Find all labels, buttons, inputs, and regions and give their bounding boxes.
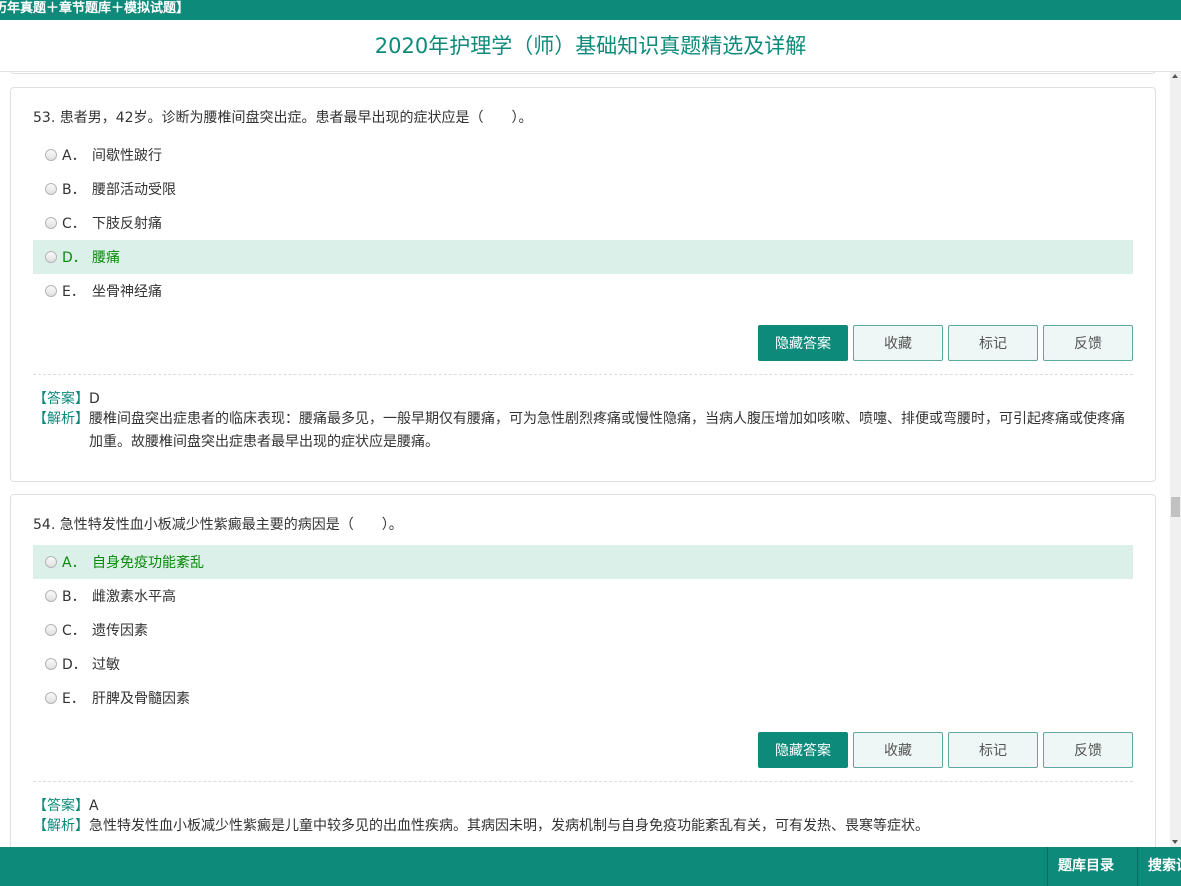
- previous-question-card-edge: [10, 72, 1156, 74]
- feedback-button[interactable]: 反馈: [1043, 325, 1133, 361]
- question-stem: 54. 急性特发性血小板减少性紫癜最主要的病因是（ ）。: [33, 517, 403, 533]
- scrollbar-thumb[interactable]: [1171, 497, 1180, 517]
- option-text: 自身免疫功能紊乱: [92, 555, 204, 571]
- scroll-up-arrow-icon[interactable]: [1172, 74, 1178, 78]
- option-letter: D．: [62, 657, 87, 673]
- option-list: A． 间歇性跛行 B． 腰部活动受限 C． 下肢反射痛 D． 腰痛 E． 坐骨神经痛: [33, 138, 1133, 308]
- question-actions: 隐藏答案 收藏 标记 反馈: [758, 325, 1133, 361]
- option-text: 坐骨神经痛: [92, 284, 162, 300]
- radio-button[interactable]: [45, 692, 57, 704]
- option-text: 下肢反射痛: [92, 216, 162, 232]
- question-card-53: 53. 患者男，42岁。诊断为腰椎间盘突出症。患者最早出现的症状应是（ ）。 A…: [10, 87, 1156, 482]
- analysis-label: 【解析】: [33, 411, 89, 427]
- analysis-text: 急性特发性血小板减少性紫癜是儿童中较多见的出血性疾病。其病因未明，发病机制与自身…: [89, 818, 929, 834]
- radio-button[interactable]: [45, 217, 57, 229]
- option-text: 过敏: [92, 657, 120, 673]
- question-stem: 53. 患者男，42岁。诊断为腰椎间盘突出症。患者最早出现的症状应是（ ）。: [33, 110, 533, 126]
- radio-button[interactable]: [45, 556, 57, 568]
- analysis-text: 腰椎间盘突出症患者的临床表现：腰痛最多见，一般早期仅有腰痛，可为急性剧烈疼痛或慢…: [89, 411, 1125, 450]
- option-a[interactable]: A． 间歇性跛行: [33, 138, 1133, 172]
- radio-button[interactable]: [45, 590, 57, 602]
- scroll-down-arrow-icon[interactable]: [1172, 840, 1178, 844]
- option-text: 肝脾及骨髓因素: [92, 691, 190, 707]
- search-link[interactable]: 搜索试: [1137, 847, 1181, 886]
- option-letter: A．: [62, 148, 86, 164]
- option-text: 雌激素水平高: [92, 589, 176, 605]
- radio-button[interactable]: [45, 624, 57, 636]
- question-list[interactable]: 53. 患者男，42岁。诊断为腰椎间盘突出症。患者最早出现的症状应是（ ）。 A…: [0, 72, 1170, 847]
- top-banner: 历年真题＋章节题库＋模拟试题】: [0, 0, 1181, 20]
- analysis-label: 【解析】: [33, 818, 89, 834]
- catalog-link[interactable]: 题库目录: [1047, 847, 1124, 886]
- option-text: 间歇性跛行: [92, 148, 162, 164]
- vertical-scrollbar[interactable]: [1170, 72, 1181, 847]
- question-card-54: 54. 急性特发性血小板减少性紫癜最主要的病因是（ ）。 A． 自身免疫功能紊乱 …: [10, 494, 1156, 847]
- option-d-correct[interactable]: D． 腰痛: [33, 240, 1133, 274]
- option-e[interactable]: E． 肝脾及骨髓因素: [33, 681, 1133, 715]
- divider: [33, 781, 1133, 782]
- option-letter: E．: [62, 284, 85, 300]
- radio-button[interactable]: [45, 149, 57, 161]
- answer-value: A: [89, 798, 99, 814]
- radio-button[interactable]: [45, 251, 57, 263]
- option-letter: B．: [62, 182, 86, 198]
- answer-label: 【答案】: [33, 798, 89, 814]
- option-c[interactable]: C． 遗传因素: [33, 613, 1133, 647]
- option-b[interactable]: B． 雌激素水平高: [33, 579, 1133, 613]
- top-banner-text: 历年真题＋章节题库＋模拟试题】: [0, 1, 190, 16]
- divider: [33, 374, 1133, 375]
- option-text: 遗传因素: [92, 623, 148, 639]
- answer-value: D: [89, 391, 100, 407]
- mark-button[interactable]: 标记: [948, 732, 1038, 768]
- question-actions: 隐藏答案 收藏 标记 反馈: [758, 732, 1133, 768]
- option-text: 腰部活动受限: [92, 182, 176, 198]
- hide-answer-button[interactable]: 隐藏答案: [758, 325, 848, 361]
- option-letter: D．: [62, 250, 87, 266]
- option-letter: E．: [62, 691, 85, 707]
- option-letter: C．: [62, 216, 86, 232]
- answer-line: 【答案】D: [33, 388, 100, 408]
- page-title: 2020年护理学（师）基础知识真题精选及详解: [374, 34, 807, 58]
- option-a-correct[interactable]: A． 自身免疫功能紊乱: [33, 545, 1133, 579]
- answer-label: 【答案】: [33, 391, 89, 407]
- option-e[interactable]: E． 坐骨神经痛: [33, 274, 1133, 308]
- option-letter: C．: [62, 623, 86, 639]
- option-text: 腰痛: [92, 250, 120, 266]
- favorite-button[interactable]: 收藏: [853, 325, 943, 361]
- title-bar: 2020年护理学（师）基础知识真题精选及详解: [0, 20, 1181, 72]
- analysis-block: 【解析】 急性特发性血小板减少性紫癜是儿童中较多见的出血性疾病。其病因未明，发病机…: [33, 815, 1133, 838]
- radio-button[interactable]: [45, 183, 57, 195]
- hide-answer-button[interactable]: 隐藏答案: [758, 732, 848, 768]
- radio-button[interactable]: [45, 285, 57, 297]
- favorite-button[interactable]: 收藏: [853, 732, 943, 768]
- option-d[interactable]: D． 过敏: [33, 647, 1133, 681]
- bottom-nav-bar: 题库目录 搜索试: [0, 847, 1181, 886]
- option-list: A． 自身免疫功能紊乱 B． 雌激素水平高 C． 遗传因素 D． 过敏 E． 肝脾及骨髓因…: [33, 545, 1133, 715]
- answer-line: 【答案】A: [33, 795, 99, 815]
- analysis-block: 【解析】 腰椎间盘突出症患者的临床表现：腰痛最多见，一般早期仅有腰痛，可为急性剧烈…: [33, 408, 1133, 454]
- option-letter: A．: [62, 555, 86, 571]
- mark-button[interactable]: 标记: [948, 325, 1038, 361]
- option-c[interactable]: C． 下肢反射痛: [33, 206, 1133, 240]
- option-letter: B．: [62, 589, 86, 605]
- radio-button[interactable]: [45, 658, 57, 670]
- feedback-button[interactable]: 反馈: [1043, 732, 1133, 768]
- option-b[interactable]: B． 腰部活动受限: [33, 172, 1133, 206]
